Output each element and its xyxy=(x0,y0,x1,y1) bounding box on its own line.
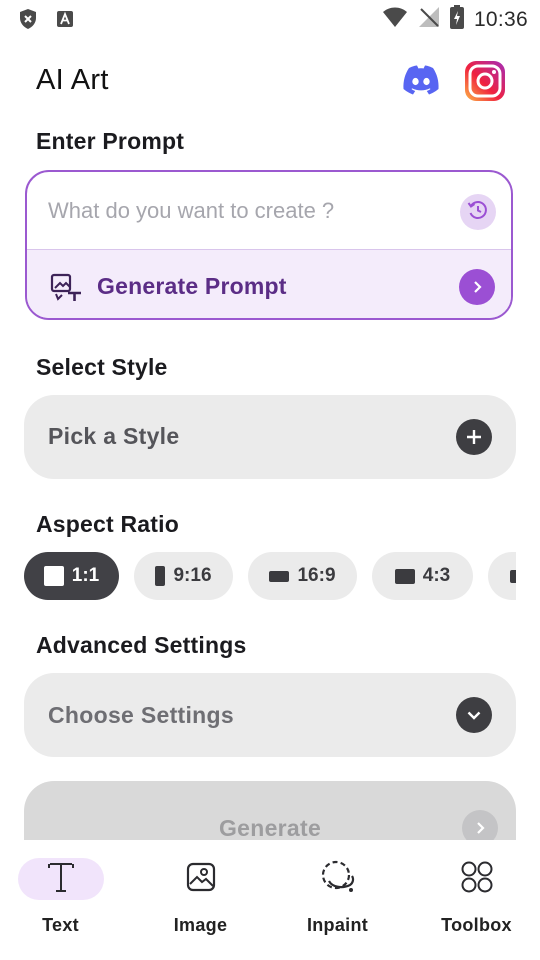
aspect-chip-label: 9:16 xyxy=(173,565,212,586)
inpaint-icon xyxy=(320,859,356,900)
aspect-section-label: Aspect Ratio xyxy=(36,511,179,537)
no-signal-icon xyxy=(418,6,440,33)
wifi-icon xyxy=(382,6,408,33)
image-icon xyxy=(186,862,216,897)
text-icon xyxy=(47,861,75,898)
nav-label-image: Image xyxy=(173,915,228,935)
discord-icon[interactable] xyxy=(400,62,442,102)
magic-text-icon xyxy=(49,272,85,307)
settings-dropdown-label: Choose Settings xyxy=(48,702,234,728)
aspect-chip-9-16[interactable]: 9:16 xyxy=(134,552,233,600)
aspect-chip-4-3[interactable]: 4:3 xyxy=(372,552,473,600)
style-picker[interactable]: Pick a Style xyxy=(24,395,516,479)
generate-arrow-icon xyxy=(462,810,498,840)
style-picker-label: Pick a Style xyxy=(48,423,180,449)
shield-x-icon xyxy=(18,8,38,35)
nav-item-toolbox[interactable]: Toolbox xyxy=(409,840,540,960)
status-time: 10:36 xyxy=(473,7,528,31)
generate-button[interactable]: Generate xyxy=(24,781,516,840)
settings-dropdown[interactable]: Choose Settings xyxy=(24,673,516,757)
aspect-ratio-chips: 1:1 9:16 16:9 4:3 xyxy=(24,552,516,600)
aspect-chip-label: 1:1 xyxy=(71,565,100,586)
square-shape-icon xyxy=(43,566,64,586)
generate-prompt-button[interactable]: Generate Prompt xyxy=(27,249,511,318)
aspect-chip-more[interactable] xyxy=(488,552,516,600)
plus-icon[interactable] xyxy=(456,419,492,455)
nav-icon-indicator xyxy=(295,858,381,900)
nav-label-text: Text xyxy=(42,915,79,935)
generate-prompt-label: Generate Prompt xyxy=(97,273,287,299)
generate-label: Generate xyxy=(218,815,322,840)
battery-charging-icon xyxy=(449,5,464,34)
generate-prompt-arrow-icon[interactable] xyxy=(459,269,495,305)
nav-item-inpaint[interactable]: Inpaint xyxy=(270,840,405,960)
nav-icon-indicator xyxy=(17,858,104,900)
nav-label-toolbox: Toolbox xyxy=(441,915,512,935)
aspect-chip-label: 4:3 xyxy=(422,565,451,586)
nav-icon-indicator xyxy=(434,858,520,900)
nav-label-inpaint: Inpaint xyxy=(306,915,369,935)
prompt-card: Generate Prompt xyxy=(25,170,513,320)
aspect-shape-icon xyxy=(510,569,516,583)
prompt-section-label: Enter Prompt xyxy=(36,128,185,154)
aspect-chip-1-1[interactable]: 1:1 xyxy=(24,552,119,600)
chevron-down-icon[interactable] xyxy=(456,697,492,733)
history-button[interactable] xyxy=(460,194,496,230)
portrait-shape-icon xyxy=(155,566,166,586)
toolbox-icon xyxy=(460,860,494,899)
instagram-icon[interactable] xyxy=(464,60,506,102)
landscape-shape-icon xyxy=(269,570,290,582)
bottom-nav: Text Image Inpaint Toolbox xyxy=(0,840,540,960)
generate-area: Generate xyxy=(0,770,540,840)
wide-shape-icon xyxy=(394,568,415,584)
aspect-chip-16-9[interactable]: 16:9 xyxy=(248,552,357,600)
prompt-input[interactable] xyxy=(27,172,511,249)
font-a-icon xyxy=(56,10,74,33)
app-title: AI Art xyxy=(36,64,109,96)
advanced-section-label: Advanced Settings xyxy=(36,632,247,658)
aspect-chip-label: 16:9 xyxy=(297,565,336,586)
style-section-label: Select Style xyxy=(36,354,168,380)
history-icon xyxy=(466,198,490,227)
nav-item-image[interactable]: Image xyxy=(133,840,268,960)
status-bar: 10:36 xyxy=(0,0,540,36)
nav-item-text[interactable]: Text xyxy=(0,840,128,960)
nav-icon-indicator xyxy=(158,858,244,900)
